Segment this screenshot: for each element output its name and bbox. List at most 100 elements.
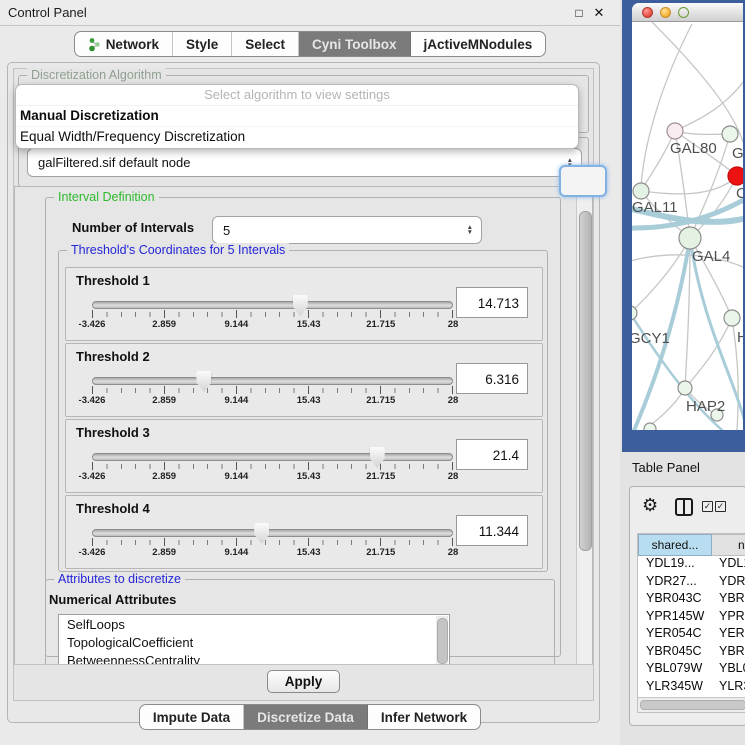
list-scrollbar[interactable] <box>436 616 448 666</box>
list-item[interactable]: SelfLoops <box>59 615 449 633</box>
table-panel-title: Table Panel <box>632 460 700 475</box>
threshold-1-value-field[interactable]: 14.713 <box>456 287 528 318</box>
split-columns-icon[interactable] <box>675 498 693 516</box>
right-side-area: GAL80 GA C GAL11 GAL4 GCY1 H HAP2 Table … <box>620 0 745 745</box>
apply-button[interactable]: Apply <box>267 670 341 693</box>
minimize-traffic-icon[interactable] <box>660 7 671 18</box>
threshold-1-label: Threshold 1 <box>76 273 150 288</box>
apply-row: Apply <box>14 664 593 700</box>
close-window-icon[interactable]: ✕ <box>590 4 608 22</box>
tab-network[interactable]: Network <box>75 32 173 56</box>
algorithm-combobox-focus[interactable] <box>559 165 607 197</box>
threshold-4-label: Threshold 4 <box>76 501 150 516</box>
node[interactable] <box>724 310 740 326</box>
zoom-traffic-icon[interactable] <box>678 7 689 18</box>
table-row[interactable]: YDR27...YDR2 <box>638 574 745 592</box>
network-window-titlebar <box>632 3 743 22</box>
float-window-icon[interactable]: □ <box>570 4 588 22</box>
close-traffic-icon[interactable] <box>642 7 653 18</box>
node-hap2[interactable] <box>678 381 692 395</box>
num-intervals-combobox[interactable]: 5 ▲▼ <box>212 216 482 244</box>
tab-infer-network[interactable]: Infer Network <box>368 705 480 729</box>
threshold-2-slider[interactable]: -3.4262.8599.14415.4321.71528 <box>92 374 453 412</box>
node-table: shared... n YDL19...YDL1 YDR27...YDR2 YB… <box>637 533 745 713</box>
threshold-2-box: Threshold 2 -3.4262.8599.14415.4321.7152… <box>65 343 543 417</box>
table-header-row: shared... n <box>638 534 745 556</box>
table-row[interactable]: YBL079WYBL0 <box>638 661 745 679</box>
network-graph: GAL80 GA C GAL11 GAL4 GCY1 H HAP2 <box>632 22 743 430</box>
threshold-4-value-field[interactable]: 11.344 <box>456 515 528 546</box>
column-header-name[interactable]: n <box>712 534 745 556</box>
attributes-group: Attributes to discretize Numerical Attri… <box>45 579 555 666</box>
scrollbar-thumb[interactable] <box>640 700 745 710</box>
tab-impute-data[interactable]: Impute Data <box>140 705 244 729</box>
tab-cyni-toolbox[interactable]: Cyni Toolbox <box>299 32 411 56</box>
slider-track[interactable] <box>92 453 453 461</box>
slider-track[interactable] <box>92 529 453 537</box>
table-panel-toolbar: ⚙ ✓ ✓ <box>630 487 745 527</box>
table-row[interactable]: YPR145WYPR1 <box>638 609 745 627</box>
top-tab-strip: Network Style Select Cyni Toolbox jActiv… <box>0 31 620 57</box>
node-gal4[interactable] <box>679 227 701 249</box>
node-label-gal4: GAL4 <box>692 248 730 265</box>
algorithm-option-equal-width[interactable]: Equal Width/Frequency Discretization <box>16 127 578 147</box>
node-label-gal80: GAL80 <box>670 140 717 157</box>
threshold-3-slider[interactable]: -3.4262.8599.14415.4321.71528 <box>92 450 453 488</box>
threshold-3-label: Threshold 3 <box>76 425 150 440</box>
threshold-3-value-field[interactable]: 21.4 <box>456 439 528 470</box>
node-label-hap2: HAP2 <box>686 398 725 415</box>
network-view-window: GAL80 GA C GAL11 GAL4 GCY1 H HAP2 <box>632 3 743 430</box>
table-row[interactable]: YBR045CYBR0 <box>638 644 745 662</box>
thresholds-group: Threshold's Coordinates for 5 Intervals … <box>58 250 548 572</box>
node[interactable] <box>644 423 656 430</box>
slider-track[interactable] <box>92 301 453 309</box>
settings-scrollbar[interactable] <box>576 187 592 665</box>
network-canvas[interactable]: GAL80 GA C GAL11 GAL4 GCY1 H HAP2 <box>632 22 743 430</box>
table-row[interactable]: YLR345WYLR3 <box>638 679 745 697</box>
column-header-shared-name[interactable]: shared... <box>638 534 712 556</box>
node-gal11[interactable] <box>633 183 649 199</box>
node[interactable] <box>722 126 738 142</box>
list-item[interactable]: TopologicalCoefficient <box>59 633 449 651</box>
bottom-tab-strip: Impute Data Discretize Data Infer Networ… <box>0 704 620 730</box>
interval-definition-title: Interval Definition <box>54 190 159 204</box>
table-row[interactable]: YER054CYER0 <box>638 626 745 644</box>
network-icon <box>88 37 101 52</box>
table-data-combobox[interactable]: galFiltered.sif default node ▲▼ <box>27 148 582 177</box>
tab-select[interactable]: Select <box>232 32 299 56</box>
table-row[interactable]: YBR043CYBR0 <box>638 591 745 609</box>
node-label-gal11: GAL11 <box>632 199 678 216</box>
node-label-clipped: GA <box>732 145 743 162</box>
table-data-value: galFiltered.sif default node <box>28 155 567 170</box>
attributes-group-title: Attributes to discretize <box>54 572 185 586</box>
checkbox-icon[interactable]: ✓ <box>715 501 726 512</box>
node-highlighted-red[interactable] <box>728 167 743 185</box>
settings-scroll-area: Interval Definition Number of Intervals … <box>14 186 593 666</box>
threshold-2-value-field[interactable]: 6.316 <box>456 363 528 394</box>
tab-style[interactable]: Style <box>173 32 232 56</box>
algorithm-option-manual[interactable]: Manual Discretization <box>16 106 578 127</box>
table-horizontal-scrollbar[interactable] <box>638 697 745 712</box>
threshold-4-slider[interactable]: -3.4262.8599.14415.4321.71528 <box>92 526 453 564</box>
numerical-attributes-label: Numerical Attributes <box>49 592 176 607</box>
node-label-clipped: H <box>737 329 743 346</box>
table-row[interactable]: YDL19...YDL1 <box>638 556 745 574</box>
node-gcy1[interactable] <box>632 306 637 320</box>
algorithm-group-title: Discretization Algorithm <box>27 68 166 82</box>
algorithm-dropdown-popup: Select algorithm to view settings Manual… <box>15 84 579 149</box>
threshold-1-slider[interactable]: -3.4262.8599.14415.4321.71528 <box>92 298 453 336</box>
gear-icon[interactable]: ⚙ <box>642 496 658 514</box>
checkbox-icon[interactable]: ✓ <box>702 501 713 512</box>
algorithm-hint: Select algorithm to view settings <box>16 85 578 106</box>
tab-discretize-data[interactable]: Discretize Data <box>244 705 368 729</box>
numerical-attributes-list[interactable]: SelfLoops TopologicalCoefficient Between… <box>58 614 450 666</box>
table-panel: ⚙ ✓ ✓ shared... n YDL19...YDL1 YDR27...Y… <box>629 486 745 726</box>
cyni-inner-panel: Discretization Algorithm Table Data galF… <box>13 68 594 701</box>
node-pink[interactable] <box>667 123 683 139</box>
node-label-gcy1: GCY1 <box>632 330 670 347</box>
combo-arrows-icon: ▲▼ <box>467 225 473 235</box>
thresholds-group-title: Threshold's Coordinates for 5 Intervals <box>67 243 289 257</box>
scrollbar-thumb[interactable] <box>579 211 592 551</box>
slider-track[interactable] <box>92 377 453 385</box>
tab-jactivemnodules[interactable]: jActiveMNodules <box>411 32 546 56</box>
